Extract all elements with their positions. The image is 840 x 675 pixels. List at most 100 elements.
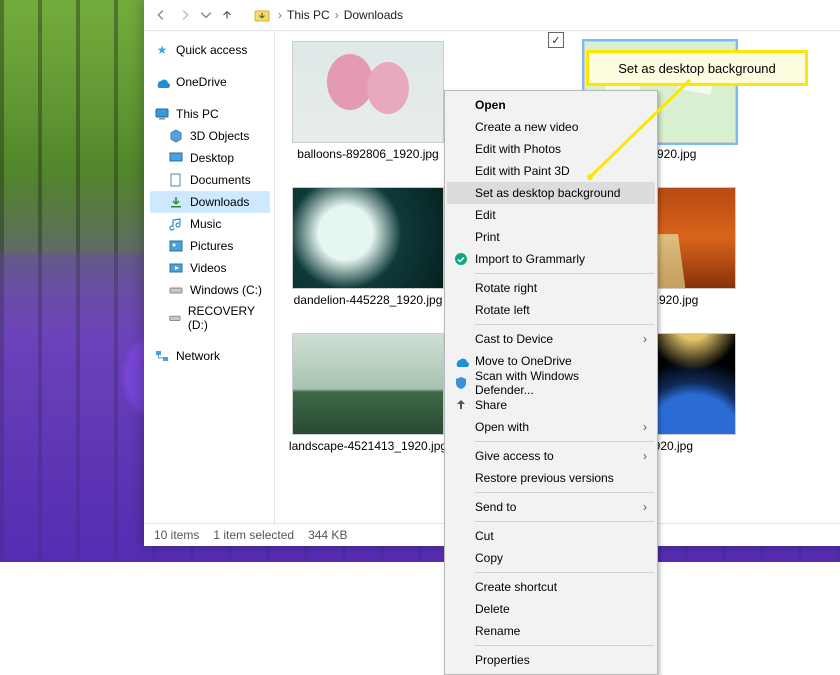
nav-this-pc[interactable]: This PC: [150, 103, 270, 125]
downloads-folder-icon: [254, 7, 270, 23]
ctx-open-with[interactable]: Open with›: [447, 416, 655, 438]
file-thumbnail[interactable]: landscape-4521413_1920.jpg: [293, 333, 443, 453]
file-name: dandelion-445228_1920.jpg: [283, 293, 453, 307]
ctx-create-shortcut[interactable]: Create shortcut: [447, 576, 655, 598]
ctx-give-access[interactable]: Give access to›: [447, 445, 655, 467]
ctx-properties[interactable]: Properties: [447, 649, 655, 671]
forward-button[interactable]: [176, 6, 194, 24]
back-button[interactable]: [152, 6, 170, 24]
ctx-create-video[interactable]: Create a new video: [447, 116, 655, 138]
up-button[interactable]: [218, 6, 236, 24]
pictures-icon: [168, 238, 184, 254]
ctx-send-to[interactable]: Send to›: [447, 496, 655, 518]
nav-label: Quick access: [176, 43, 247, 57]
menu-separator: [475, 492, 654, 493]
share-icon: [453, 397, 469, 413]
thumbnail-image: [292, 333, 444, 435]
status-item-count: 10 items: [154, 528, 199, 542]
onedrive-icon: [154, 74, 170, 90]
submenu-arrow-icon: ›: [643, 500, 647, 514]
nav-label: Downloads: [190, 195, 249, 209]
breadcrumb-root[interactable]: This PC: [287, 8, 330, 22]
ctx-rotate-left[interactable]: Rotate left: [447, 299, 655, 321]
menu-separator: [475, 572, 654, 573]
ctx-edit[interactable]: Edit: [447, 204, 655, 226]
ctx-rename[interactable]: Rename: [447, 620, 655, 642]
ctx-restore-versions[interactable]: Restore previous versions: [447, 467, 655, 489]
documents-icon: [168, 172, 184, 188]
chevron-right-icon: ›: [335, 8, 339, 22]
submenu-arrow-icon: ›: [643, 449, 647, 463]
nav-drive-c[interactable]: Windows (C:): [150, 279, 270, 301]
status-selection-count: 1 item selected: [213, 528, 294, 542]
menu-separator: [475, 324, 654, 325]
nav-pictures[interactable]: Pictures: [150, 235, 270, 257]
thumbnail-image: [292, 41, 444, 143]
downloads-icon: [168, 194, 184, 210]
ctx-cast-to-device[interactable]: Cast to Device›: [447, 328, 655, 350]
breadcrumb[interactable]: › This PC › Downloads: [276, 8, 403, 22]
nav-label: Music: [190, 217, 221, 231]
videos-icon: [168, 260, 184, 276]
onedrive-icon: [453, 353, 469, 369]
file-thumbnail[interactable]: balloons-892806_1920.jpg: [293, 41, 443, 161]
nav-label: This PC: [176, 107, 219, 121]
ctx-set-desktop-background[interactable]: Set as desktop background: [447, 182, 655, 204]
ctx-share[interactable]: Share: [447, 394, 655, 416]
thumbnail-image: [292, 187, 444, 289]
nav-label: RECOVERY (D:): [188, 304, 266, 332]
ctx-edit-photos[interactable]: Edit with Photos: [447, 138, 655, 160]
nav-label: 3D Objects: [190, 129, 249, 143]
shield-icon: [453, 375, 469, 391]
nav-downloads[interactable]: Downloads: [150, 191, 270, 213]
status-selection-size: 344 KB: [308, 528, 347, 542]
item-checkbox-icon[interactable]: [548, 32, 564, 48]
annotation-text: Set as desktop background: [618, 61, 776, 76]
ctx-scan-defender[interactable]: Scan with Windows Defender...: [447, 372, 655, 394]
nav-label: Network: [176, 349, 220, 363]
nav-3d-objects[interactable]: 3D Objects: [150, 125, 270, 147]
ctx-copy[interactable]: Copy: [447, 547, 655, 569]
annotation-callout: Set as desktop background: [586, 50, 808, 86]
ctx-rotate-right[interactable]: Rotate right: [447, 277, 655, 299]
context-menu: Open Create a new video Edit with Photos…: [444, 90, 658, 675]
nav-label: Videos: [190, 261, 226, 275]
network-icon: [154, 348, 170, 364]
file-thumbnail[interactable]: dandelion-445228_1920.jpg: [293, 187, 443, 307]
nav-onedrive[interactable]: OneDrive: [150, 71, 270, 93]
nav-network[interactable]: Network: [150, 345, 270, 367]
address-bar: › This PC › Downloads: [144, 0, 840, 31]
star-icon: ★: [154, 42, 170, 58]
menu-separator: [475, 441, 654, 442]
menu-separator: [475, 521, 654, 522]
nav-desktop[interactable]: Desktop: [150, 147, 270, 169]
nav-videos[interactable]: Videos: [150, 257, 270, 279]
ctx-delete[interactable]: Delete: [447, 598, 655, 620]
nav-label: Windows (C:): [190, 283, 262, 297]
nav-drive-d[interactable]: RECOVERY (D:): [150, 301, 270, 335]
ctx-edit-paint3d[interactable]: Edit with Paint 3D: [447, 160, 655, 182]
nav-documents[interactable]: Documents: [150, 169, 270, 191]
recent-dropdown-button[interactable]: [200, 6, 212, 24]
desktop-icon: [168, 150, 184, 166]
submenu-arrow-icon: ›: [643, 420, 647, 434]
navigation-pane: ★ Quick access OneDrive This PC 3D Objec…: [144, 31, 275, 525]
ctx-open[interactable]: Open: [447, 94, 655, 116]
ctx-import-grammarly[interactable]: Import to Grammarly: [447, 248, 655, 270]
breadcrumb-current[interactable]: Downloads: [344, 8, 403, 22]
ctx-print[interactable]: Print: [447, 226, 655, 248]
nav-quick-access[interactable]: ★ Quick access: [150, 39, 270, 61]
ctx-cut[interactable]: Cut: [447, 525, 655, 547]
nav-label: OneDrive: [176, 75, 227, 89]
file-name: balloons-892806_1920.jpg: [283, 147, 453, 161]
submenu-arrow-icon: ›: [643, 332, 647, 346]
this-pc-icon: [154, 106, 170, 122]
grammarly-icon: [453, 251, 469, 267]
drive-icon: [168, 310, 182, 326]
drive-icon: [168, 282, 184, 298]
chevron-right-icon: ›: [278, 8, 282, 22]
menu-separator: [475, 645, 654, 646]
nav-label: Desktop: [190, 151, 234, 165]
menu-separator: [475, 273, 654, 274]
nav-music[interactable]: Music: [150, 213, 270, 235]
